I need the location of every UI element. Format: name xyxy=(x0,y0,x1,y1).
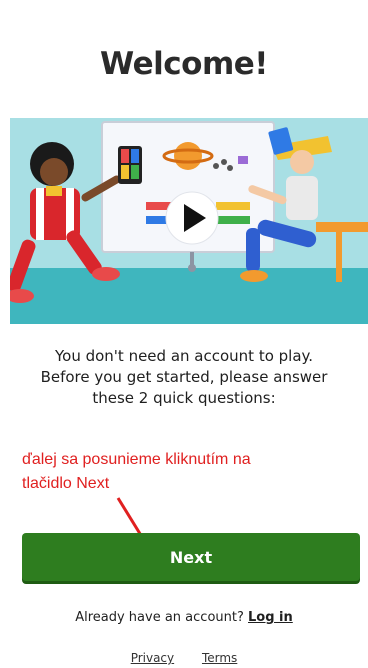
intro-line-3: these 2 quick questions: xyxy=(92,389,276,407)
intro-text: You don't need an account to play. Befor… xyxy=(0,346,368,409)
next-button[interactable]: Next xyxy=(22,533,360,581)
login-link[interactable]: Log in xyxy=(248,610,293,625)
intro-line-2: Before you get started, please answer xyxy=(40,368,328,386)
login-prompt: Already have an account? xyxy=(75,610,244,625)
hero-illustration xyxy=(10,118,368,324)
intro-line-1: You don't need an account to play. xyxy=(54,347,314,365)
annotation-line-2: tlačidlo Next xyxy=(22,475,110,492)
annotation-line-1: ďalej sa posunieme kliknutím na xyxy=(22,451,251,468)
footer-links: Privacy Terms xyxy=(0,651,368,665)
page-title: Welcome! xyxy=(100,46,268,82)
welcome-page: Welcome! You don't need an account to pl… xyxy=(0,0,368,668)
annotation-text: ďalej sa posunieme kliknutím na tlačidlo… xyxy=(22,448,251,496)
login-row: Already have an account? Log in xyxy=(0,610,368,625)
terms-link[interactable]: Terms xyxy=(202,651,237,665)
privacy-link[interactable]: Privacy xyxy=(131,651,174,665)
hero-illustration-art xyxy=(10,118,368,324)
